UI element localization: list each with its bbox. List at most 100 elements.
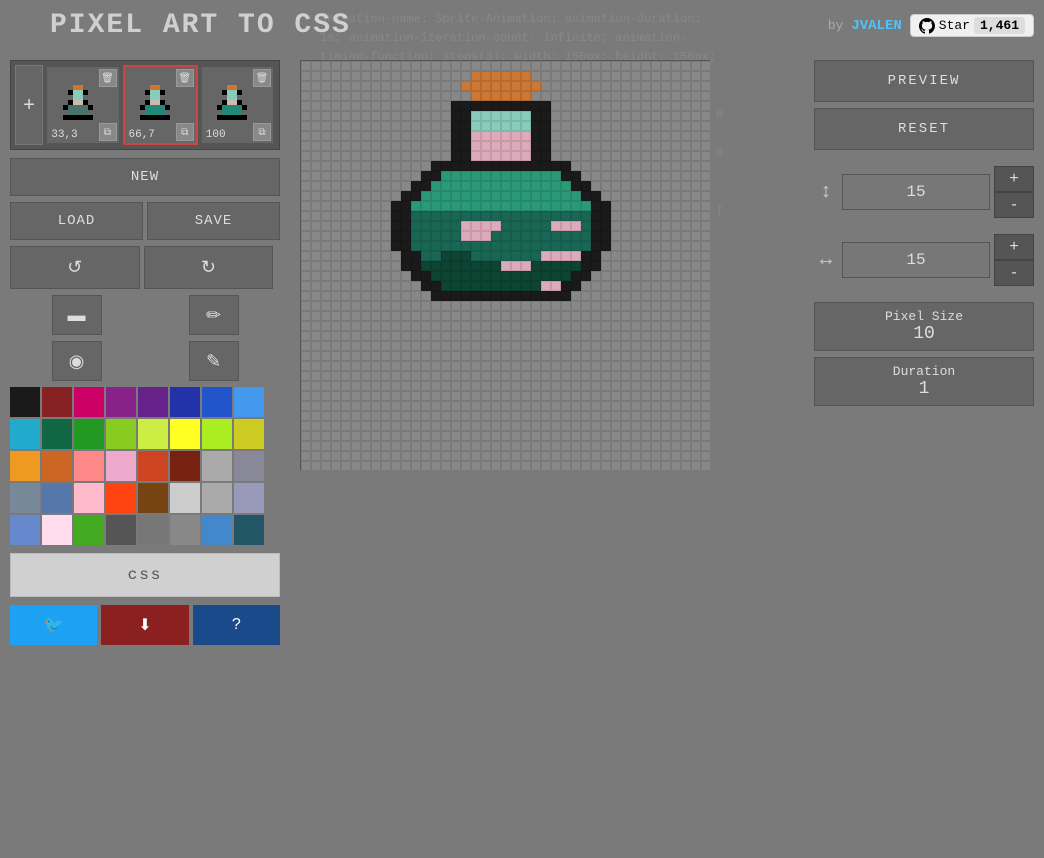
- pixel-cell[interactable]: [661, 331, 671, 341]
- pixel-cell[interactable]: [441, 221, 451, 231]
- pixel-cell[interactable]: [301, 461, 311, 471]
- pixel-cell[interactable]: [561, 321, 571, 331]
- pixel-cell[interactable]: [601, 431, 611, 441]
- color-swatch[interactable]: [106, 483, 136, 513]
- pixel-cell[interactable]: [371, 291, 381, 301]
- pixel-cell[interactable]: [361, 161, 371, 171]
- color-swatch[interactable]: [202, 483, 232, 513]
- pixel-cell[interactable]: [691, 461, 701, 471]
- pixel-cell[interactable]: [681, 141, 691, 151]
- pixel-cell[interactable]: [601, 161, 611, 171]
- pixel-cell[interactable]: [701, 371, 711, 381]
- pixel-cell[interactable]: [411, 81, 421, 91]
- load-button[interactable]: LOAD: [10, 202, 143, 240]
- pixel-cell[interactable]: [531, 231, 541, 241]
- pixel-cell[interactable]: [411, 161, 421, 171]
- pixel-cell[interactable]: [561, 71, 571, 81]
- pixel-cell[interactable]: [361, 101, 371, 111]
- pixel-cell[interactable]: [381, 261, 391, 271]
- pixel-cell[interactable]: [351, 121, 361, 131]
- pixel-cell[interactable]: [591, 421, 601, 431]
- pixel-cell[interactable]: [311, 151, 321, 161]
- pixel-cell[interactable]: [641, 61, 651, 71]
- pixel-cell[interactable]: [391, 131, 401, 141]
- pixel-cell[interactable]: [571, 291, 581, 301]
- pixel-cell[interactable]: [691, 421, 701, 431]
- pixel-cell[interactable]: [471, 271, 481, 281]
- pixel-cell[interactable]: [461, 191, 471, 201]
- pixel-cell[interactable]: [351, 151, 361, 161]
- pixel-cell[interactable]: [441, 391, 451, 401]
- pixel-cell[interactable]: [641, 141, 651, 151]
- pixel-cell[interactable]: [301, 441, 311, 451]
- pixel-cell[interactable]: [501, 351, 511, 361]
- pixel-cell[interactable]: [341, 441, 351, 451]
- pixel-cell[interactable]: [401, 331, 411, 341]
- pixel-cell[interactable]: [391, 111, 401, 121]
- pixel-cell[interactable]: [601, 231, 611, 241]
- pixel-cell[interactable]: [521, 351, 531, 361]
- pixel-cell[interactable]: [401, 131, 411, 141]
- pixel-cell[interactable]: [421, 91, 431, 101]
- pixel-cell[interactable]: [601, 331, 611, 341]
- pixel-cell[interactable]: [501, 181, 511, 191]
- pixel-cell[interactable]: [531, 391, 541, 401]
- pixel-cell[interactable]: [611, 341, 621, 351]
- pixel-cell[interactable]: [641, 71, 651, 81]
- pixel-cell[interactable]: [621, 141, 631, 151]
- pixel-cell[interactable]: [511, 251, 521, 261]
- pixel-cell[interactable]: [451, 381, 461, 391]
- pixel-cell[interactable]: [311, 351, 321, 361]
- pixel-cell[interactable]: [591, 91, 601, 101]
- pixel-cell[interactable]: [371, 261, 381, 271]
- download-button[interactable]: ⬇: [101, 605, 188, 645]
- pixel-cell[interactable]: [441, 81, 451, 91]
- pixel-cell[interactable]: [501, 161, 511, 171]
- pixel-cell[interactable]: [531, 141, 541, 151]
- pixel-cell[interactable]: [341, 101, 351, 111]
- pixel-cell[interactable]: [411, 431, 421, 441]
- pixel-cell[interactable]: [641, 121, 651, 131]
- pixel-cell[interactable]: [431, 231, 441, 241]
- pixel-cell[interactable]: [661, 201, 671, 211]
- pixel-cell[interactable]: [381, 251, 391, 261]
- pixel-cell[interactable]: [651, 371, 661, 381]
- pixel-cell[interactable]: [661, 341, 671, 351]
- pixel-cell[interactable]: [671, 121, 681, 131]
- pixel-cell[interactable]: [621, 61, 631, 71]
- pixel-cell[interactable]: [401, 151, 411, 161]
- pixel-cell[interactable]: [391, 91, 401, 101]
- pixel-cell[interactable]: [481, 191, 491, 201]
- pixel-cell[interactable]: [631, 111, 641, 121]
- pixel-cell[interactable]: [621, 361, 631, 371]
- pixel-cell[interactable]: [471, 391, 481, 401]
- pixel-cell[interactable]: [691, 281, 701, 291]
- pixel-cell[interactable]: [661, 221, 671, 231]
- pixel-cell[interactable]: [601, 441, 611, 451]
- color-swatch[interactable]: [202, 515, 232, 545]
- pixel-cell[interactable]: [531, 201, 541, 211]
- pixel-cell[interactable]: [351, 381, 361, 391]
- pixel-cell[interactable]: [541, 271, 551, 281]
- pixel-cell[interactable]: [651, 261, 661, 271]
- pixel-cell[interactable]: [341, 371, 351, 381]
- pixel-cell[interactable]: [701, 141, 711, 151]
- pixel-cell[interactable]: [481, 231, 491, 241]
- pixel-cell[interactable]: [621, 221, 631, 231]
- pixel-cell[interactable]: [371, 371, 381, 381]
- pixel-cell[interactable]: [691, 91, 701, 101]
- pixel-cell[interactable]: [491, 301, 501, 311]
- pixel-cell[interactable]: [331, 81, 341, 91]
- pixel-cell[interactable]: [581, 251, 591, 261]
- pixel-cell[interactable]: [681, 121, 691, 131]
- pixel-cell[interactable]: [381, 291, 391, 301]
- pixel-cell[interactable]: [441, 111, 451, 121]
- pixel-cell[interactable]: [461, 421, 471, 431]
- pixel-cell[interactable]: [621, 191, 631, 201]
- pixel-cell[interactable]: [321, 431, 331, 441]
- pixel-cell[interactable]: [421, 411, 431, 421]
- pixel-cell[interactable]: [441, 121, 451, 131]
- color-swatch[interactable]: [170, 387, 200, 417]
- pixel-cell[interactable]: [701, 101, 711, 111]
- pixel-cell[interactable]: [431, 191, 441, 201]
